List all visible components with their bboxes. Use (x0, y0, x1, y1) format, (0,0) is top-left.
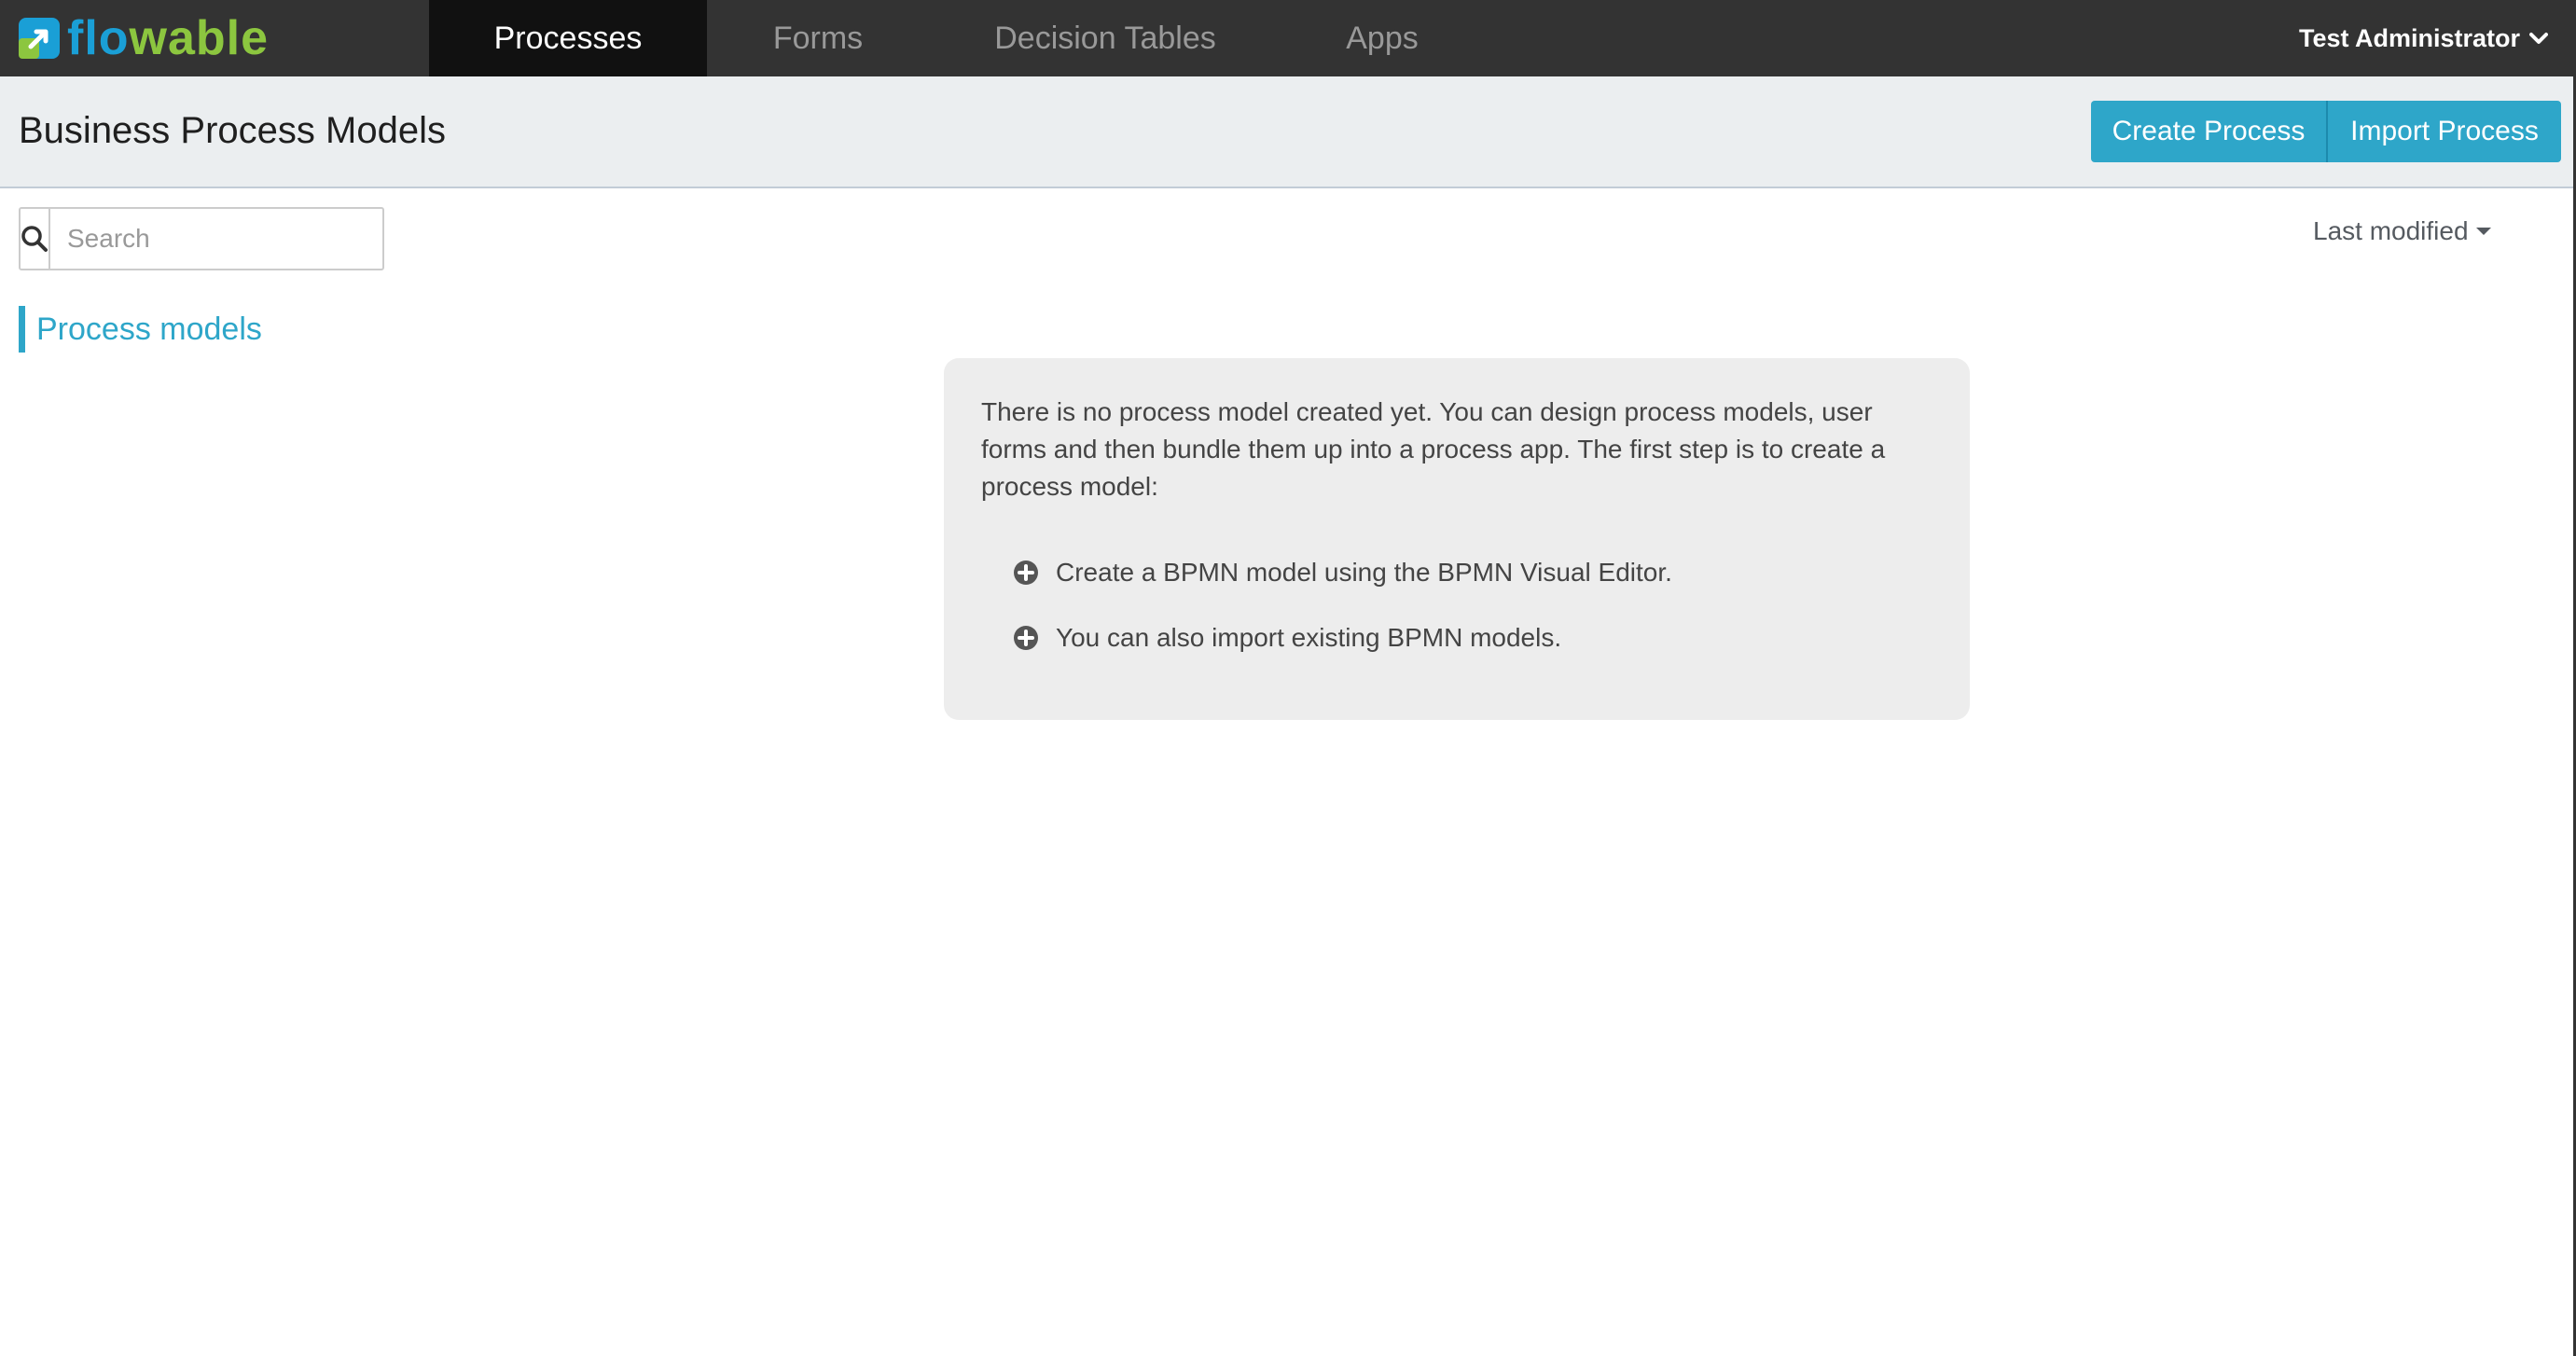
tab-label: Decision Tables (994, 20, 1216, 56)
action-label: Create a BPMN model using the BPMN Visua… (1056, 558, 1672, 587)
import-process-button[interactable]: Import Process (2328, 101, 2561, 162)
flowable-logo-icon (19, 18, 60, 59)
sort-dropdown[interactable]: Last modified (2313, 213, 2491, 250)
empty-state-actions: Create a BPMN model using the BPMN Visua… (981, 554, 1932, 657)
sort-label: Last modified (2313, 216, 2469, 245)
search-button[interactable] (21, 209, 50, 269)
tab-processes[interactable]: Processes (429, 0, 707, 86)
search-box (19, 207, 404, 270)
app-root: flowable Processes Forms Decision Tables… (0, 0, 2576, 1356)
empty-state-panel: There is no process model created yet. Y… (944, 358, 1970, 720)
search-icon (21, 226, 48, 252)
flowable-logo[interactable]: flowable (19, 11, 269, 65)
tab-label: Forms (772, 20, 864, 56)
create-bpmn-model-link[interactable]: Create a BPMN model using the BPMN Visua… (1013, 554, 1932, 591)
create-process-button[interactable]: Create Process (2091, 101, 2328, 162)
import-bpmn-model-link[interactable]: You can also import existing BPMN models… (1013, 619, 1932, 657)
plus-circle-icon (1014, 560, 1038, 585)
tab-label: Apps (1346, 20, 1419, 56)
page-title: Business Process Models (19, 110, 446, 151)
page-header: Business Process Models Create Process I… (0, 76, 2576, 188)
filter-label: Process models (36, 311, 262, 347)
search-input[interactable] (50, 209, 404, 269)
caret-down-icon (2475, 228, 2491, 235)
filter-process-models[interactable]: Process models (19, 306, 262, 353)
tab-apps[interactable]: Apps (1306, 0, 1459, 76)
user-name: Test Administrator (2298, 23, 2520, 52)
plus-circle-icon (1014, 626, 1038, 650)
action-label: You can also import existing BPMN models… (1056, 623, 1562, 652)
tab-forms[interactable]: Forms (727, 0, 908, 76)
user-menu[interactable]: Test Administrator (2299, 0, 2548, 76)
tab-label: Processes (493, 20, 643, 56)
empty-state-message: There is no process model created yet. Y… (981, 397, 1886, 501)
tab-decision-tables[interactable]: Decision Tables (961, 0, 1250, 76)
chevron-down-icon (2529, 33, 2548, 44)
logo-text: flowable (67, 11, 270, 65)
header-button-group: Create Process Import Process (2091, 101, 2561, 162)
top-navbar: flowable Processes Forms Decision Tables… (0, 0, 2576, 86)
